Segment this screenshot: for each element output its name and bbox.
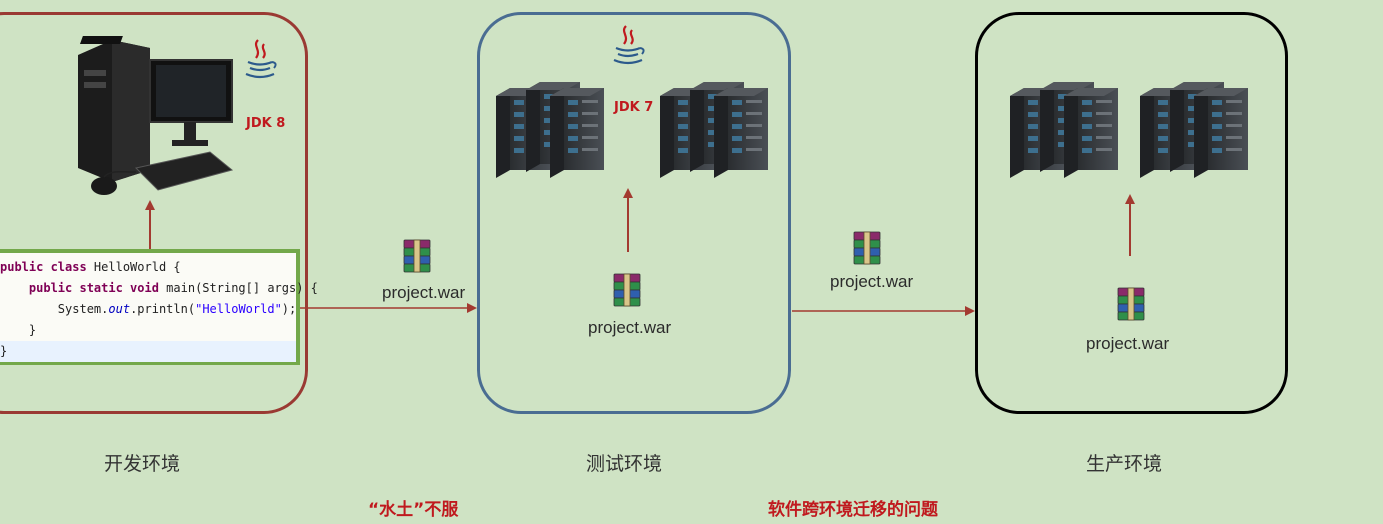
code-token: out (108, 302, 131, 316)
code-token: public static void (0, 281, 167, 295)
caption-left: “水土”不服 (368, 500, 459, 520)
test-server-left-icon (496, 82, 604, 178)
war-archive-icon (853, 231, 881, 265)
war-file-label: project.war (1086, 334, 1170, 353)
war-archive-icon (1117, 287, 1145, 321)
code-line: public class HelloWorld { (0, 257, 296, 278)
java-icon (612, 24, 645, 65)
code-line: public static void main(String[] args) { (0, 278, 318, 299)
code-line: } (0, 323, 37, 337)
prod-server-left-icon (1010, 82, 1118, 178)
dev-environment-label: 开发环境 (104, 453, 181, 475)
code-token: System. (0, 302, 109, 316)
code-token: "HelloWorld" (195, 302, 282, 316)
war-file-label: project.war (830, 272, 914, 291)
war-archive-icon (403, 239, 431, 273)
code-token: .println( (130, 302, 196, 316)
war-archive-icon (613, 273, 641, 307)
code-token: main(String[] args) { (166, 281, 318, 295)
code-token: HelloWorld { (93, 260, 181, 274)
war-file-label: project.war (382, 283, 466, 302)
code-line: } (0, 341, 296, 362)
jdk-version-label: JDK 7 (614, 100, 654, 115)
java-icon (244, 38, 277, 79)
code-editor-snippet: public class HelloWorld { public static … (0, 249, 318, 365)
test-environment-label: 测试环境 (586, 453, 663, 475)
code-line: System.out.println("HelloWorld"); (0, 299, 296, 320)
code-token: ); (281, 302, 297, 316)
war-file-label: project.war (588, 318, 672, 337)
prod-server-right-icon (1140, 82, 1248, 178)
desktop-computer-icon (78, 36, 234, 195)
prod-environment-label: 生产环境 (1086, 453, 1163, 475)
caption-right: 软件跨环境迁移的问题 (768, 500, 938, 520)
code-token: public class (0, 260, 94, 274)
test-server-right-icon (660, 82, 768, 178)
jdk-version-label: JDK 8 (246, 116, 286, 131)
